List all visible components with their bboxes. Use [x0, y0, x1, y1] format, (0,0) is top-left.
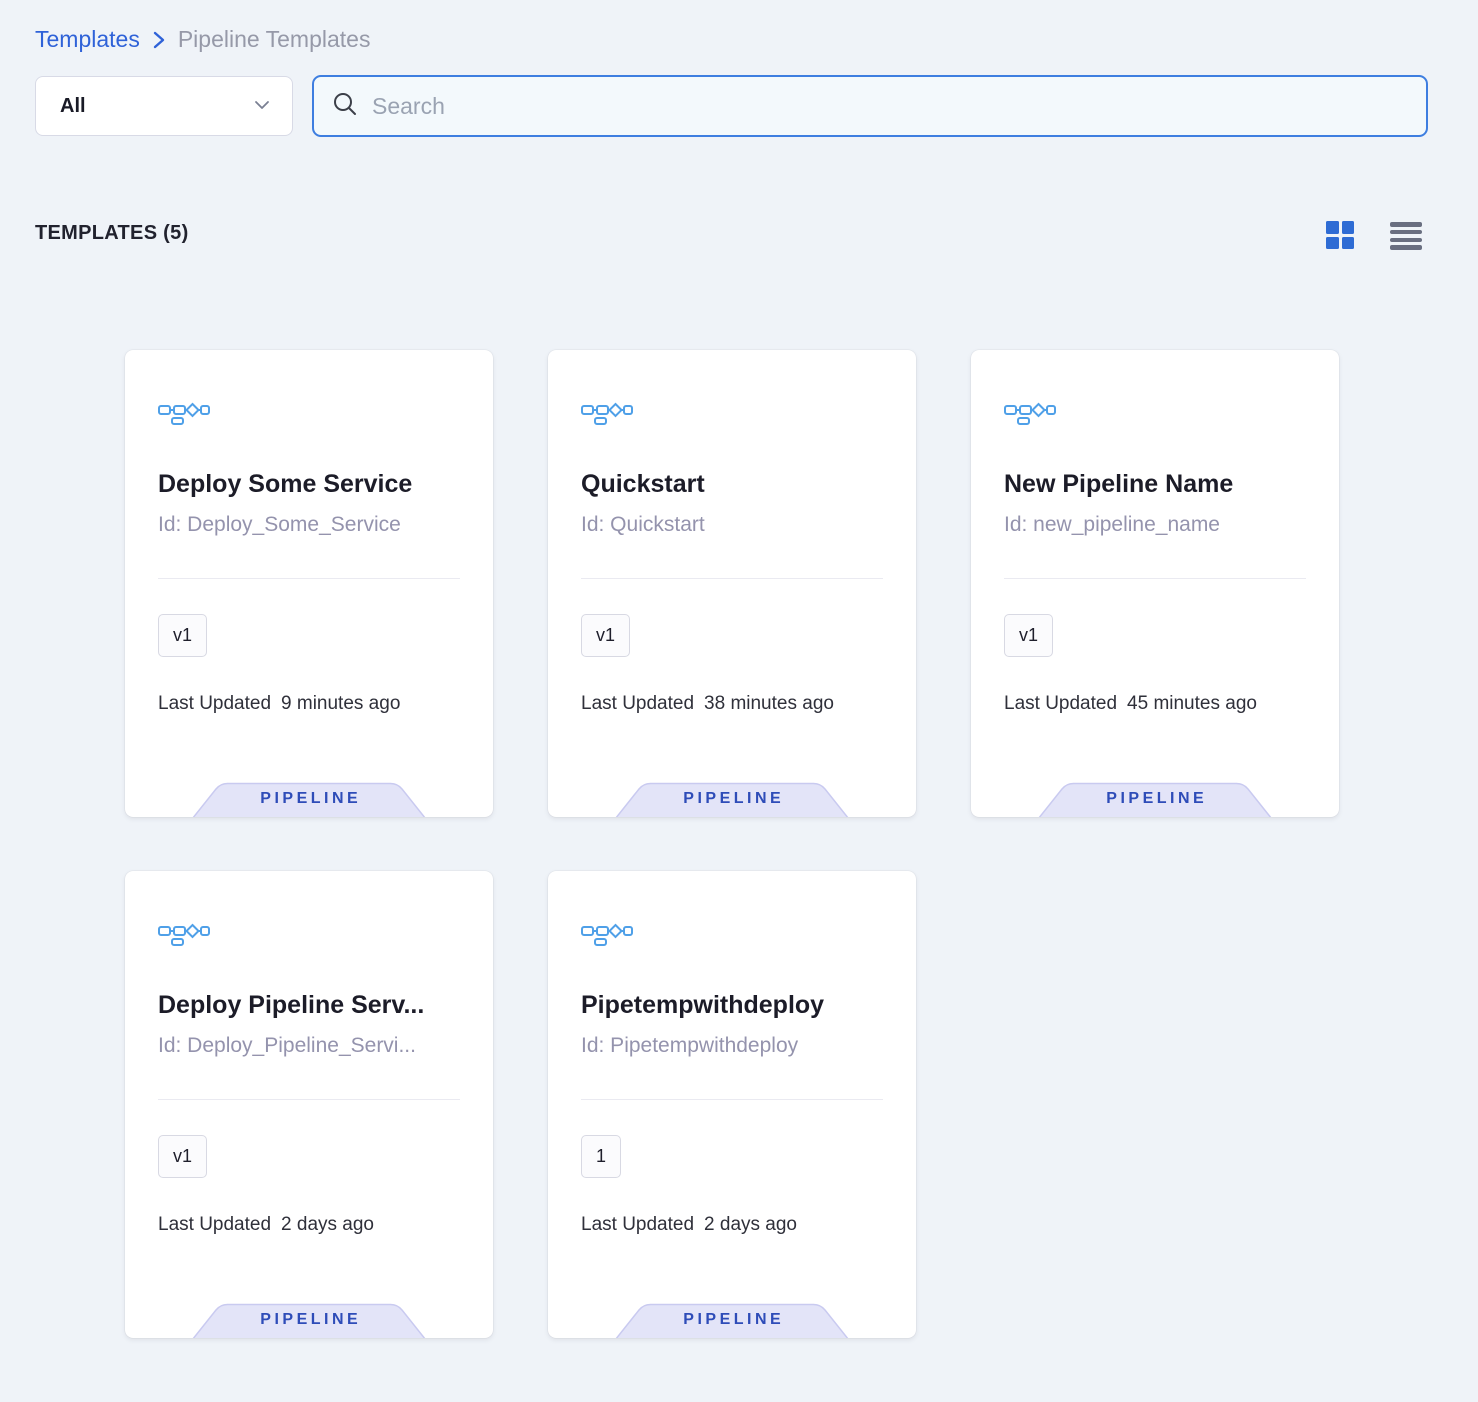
pipeline-templates-page: Templates Pipeline Templates All TEMPLAT… [0, 0, 1478, 1402]
version-badge: v1 [581, 614, 630, 657]
divider [581, 1099, 883, 1100]
pipeline-type-label: PIPELINE [189, 1311, 429, 1329]
templates-grid: Deploy Some Service Id: Deploy_Some_Serv… [125, 350, 1339, 1338]
search-box[interactable] [312, 75, 1428, 137]
last-updated-label: Last Updated [158, 693, 271, 715]
grid-view-icon [1326, 221, 1339, 234]
last-updated-value: 38 minutes ago [704, 693, 834, 715]
breadcrumb-templates-link[interactable]: Templates [35, 26, 140, 53]
list-view-icon [1390, 222, 1422, 227]
pipeline-diagram-icon [158, 922, 460, 946]
last-updated-label: Last Updated [1004, 693, 1117, 715]
template-card[interactable]: Pipetempwithdeploy Id: Pipetempwithdeplo… [548, 871, 916, 1338]
template-id: Id: Quickstart [581, 511, 883, 539]
last-updated-label: Last Updated [158, 1214, 271, 1236]
template-title: Deploy Some Service [158, 469, 460, 499]
last-updated-value: 2 days ago [281, 1214, 374, 1236]
pipeline-type-tag: PIPELINE [612, 1301, 852, 1338]
chevron-down-icon [254, 97, 270, 115]
scope-filter-dropdown[interactable]: All [35, 76, 293, 136]
template-id: Id: Pipetempwithdeploy [581, 1032, 883, 1060]
last-updated-value: 9 minutes ago [281, 693, 400, 715]
last-updated-label: Last Updated [581, 693, 694, 715]
divider [158, 578, 460, 579]
search-input[interactable] [372, 93, 1408, 120]
templates-count-heading: TEMPLATES (5) [35, 222, 189, 245]
last-updated-value: 2 days ago [704, 1214, 797, 1236]
version-badge: 1 [581, 1135, 621, 1178]
pipeline-type-label: PIPELINE [1035, 790, 1275, 808]
template-id: Id: Deploy_Some_Service [158, 511, 460, 539]
pipeline-type-label: PIPELINE [189, 790, 429, 808]
version-badge: v1 [158, 614, 207, 657]
pipeline-type-tag: PIPELINE [1035, 780, 1275, 817]
template-id: Id: new_pipeline_name [1004, 511, 1306, 539]
template-title: Deploy Pipeline Serv... [158, 990, 460, 1020]
template-card[interactable]: New Pipeline Name Id: new_pipeline_name … [971, 350, 1339, 817]
template-title: Quickstart [581, 469, 883, 499]
pipeline-type-tag: PIPELINE [612, 780, 852, 817]
list-view-button[interactable] [1390, 222, 1422, 250]
pipeline-diagram-icon [581, 401, 883, 425]
divider [1004, 578, 1306, 579]
template-title: New Pipeline Name [1004, 469, 1306, 499]
template-card[interactable]: Deploy Some Service Id: Deploy_Some_Serv… [125, 350, 493, 817]
last-updated-value: 45 minutes ago [1127, 693, 1257, 715]
template-title: Pipetempwithdeploy [581, 990, 883, 1020]
divider [581, 578, 883, 579]
pipeline-diagram-icon [1004, 401, 1306, 425]
grid-view-button[interactable] [1326, 221, 1354, 249]
pipeline-diagram-icon [158, 401, 460, 425]
pipeline-type-tag: PIPELINE [189, 1301, 429, 1338]
pipeline-type-label: PIPELINE [612, 790, 852, 808]
pipeline-type-tag: PIPELINE [189, 780, 429, 817]
last-updated-label: Last Updated [581, 1214, 694, 1236]
scope-filter-value: All [60, 95, 86, 118]
pipeline-type-label: PIPELINE [612, 1311, 852, 1329]
template-card[interactable]: Deploy Pipeline Serv... Id: Deploy_Pipel… [125, 871, 493, 1338]
breadcrumb: Templates Pipeline Templates [35, 26, 370, 53]
search-icon [332, 91, 358, 122]
pipeline-diagram-icon [581, 922, 883, 946]
template-card[interactable]: Quickstart Id: Quickstart v1 Last Update… [548, 350, 916, 817]
version-badge: v1 [1004, 614, 1053, 657]
template-id: Id: Deploy_Pipeline_Servi... [158, 1032, 460, 1060]
version-badge: v1 [158, 1135, 207, 1178]
divider [158, 1099, 460, 1100]
breadcrumb-current-page: Pipeline Templates [178, 26, 371, 53]
chevron-right-icon [152, 30, 166, 50]
